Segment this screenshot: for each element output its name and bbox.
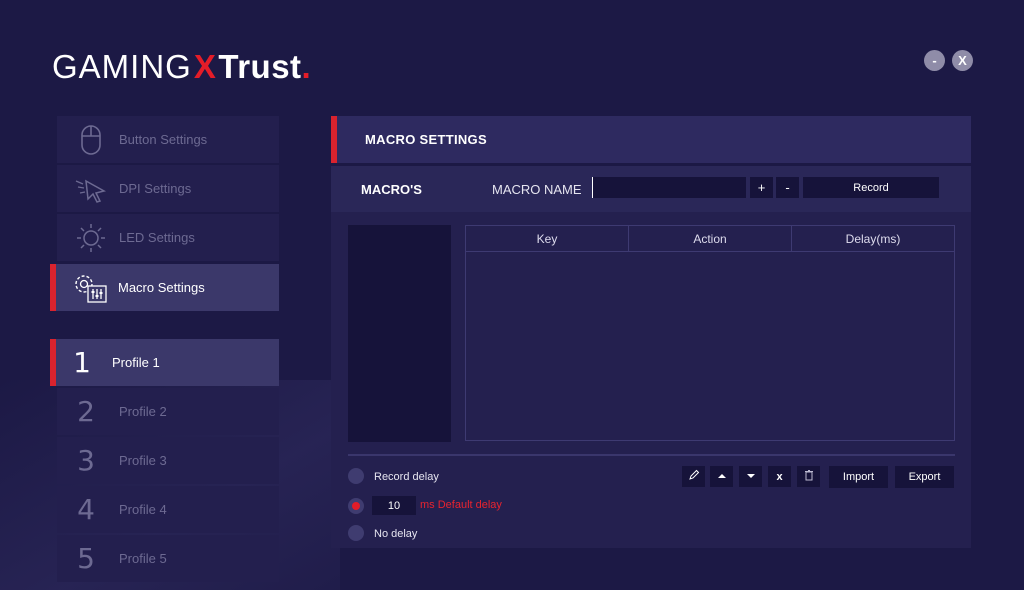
record-delay-label: Record delay bbox=[374, 471, 439, 483]
menu-item-led-settings[interactable]: LED Settings bbox=[57, 214, 279, 261]
no-delay-label: No delay bbox=[374, 528, 418, 540]
logo-text-trust: Trust bbox=[218, 48, 302, 85]
macro-events-table: Key Action Delay(ms) bbox=[465, 225, 955, 441]
table-header: Key Action Delay(ms) bbox=[466, 226, 954, 252]
brand-logo: GAMING X Trust . bbox=[52, 46, 311, 86]
move-down-button[interactable] bbox=[739, 466, 762, 487]
import-label: Import bbox=[842, 471, 875, 483]
remove-macro-button[interactable]: - bbox=[776, 177, 799, 198]
profile-label: Profile 3 bbox=[119, 453, 167, 468]
arrow-up-icon bbox=[717, 471, 727, 483]
import-button[interactable]: Import bbox=[829, 466, 888, 488]
export-button[interactable]: Export bbox=[895, 466, 954, 488]
profile-item-2[interactable]: 2 Profile 2 bbox=[57, 388, 279, 435]
menu-item-macro-settings[interactable]: Macro Settings bbox=[50, 264, 279, 311]
profile-item-3[interactable]: 3 Profile 3 bbox=[57, 437, 279, 484]
macros-label: MACRO'S bbox=[361, 181, 422, 197]
minimize-button[interactable]: - bbox=[924, 50, 945, 71]
profile-item-1[interactable]: 1 Profile 1 bbox=[50, 339, 279, 386]
profile-number: 3 bbox=[77, 444, 95, 477]
column-header-delay[interactable]: Delay(ms) bbox=[792, 226, 954, 251]
profile-number: 2 bbox=[77, 395, 95, 428]
panel-header: MACRO SETTINGS bbox=[331, 116, 971, 163]
add-macro-label: + bbox=[757, 180, 766, 195]
record-delay-radio[interactable] bbox=[348, 468, 364, 484]
menu-item-dpi-settings[interactable]: DPI Settings bbox=[57, 165, 279, 212]
menu-label: DPI Settings bbox=[119, 181, 192, 196]
sun-icon bbox=[69, 220, 113, 256]
logo-text-x: X bbox=[193, 48, 217, 85]
macro-name-input[interactable] bbox=[592, 177, 746, 198]
column-header-key[interactable]: Key bbox=[466, 226, 629, 251]
panel-title: MACRO SETTINGS bbox=[365, 132, 487, 147]
profile-number: 4 bbox=[77, 493, 95, 526]
record-button[interactable]: Record bbox=[803, 177, 939, 198]
macro-toolbar: MACRO'S MACRO NAME + - Record bbox=[331, 166, 971, 212]
remove-event-button[interactable]: x bbox=[768, 466, 791, 487]
edit-button[interactable] bbox=[682, 466, 705, 487]
logo-text-gaming: GAMING bbox=[52, 48, 192, 85]
menu-label: Macro Settings bbox=[118, 280, 205, 295]
add-macro-button[interactable]: + bbox=[750, 177, 773, 198]
default-delay-label: ms Default delay bbox=[420, 499, 502, 511]
profile-item-5[interactable]: 5 Profile 5 bbox=[57, 535, 279, 582]
menu-label: Button Settings bbox=[119, 132, 208, 147]
profile-label: Profile 2 bbox=[119, 404, 167, 419]
remove-macro-label: - bbox=[785, 180, 790, 195]
logo-text-dot: . bbox=[301, 48, 312, 85]
table-body[interactable] bbox=[466, 252, 954, 440]
profile-label: Profile 4 bbox=[119, 502, 167, 517]
profile-number: 5 bbox=[77, 542, 95, 575]
macro-list[interactable] bbox=[348, 225, 451, 442]
mouse-icon bbox=[69, 122, 113, 158]
profile-item-4[interactable]: 4 Profile 4 bbox=[57, 486, 279, 533]
export-label: Export bbox=[908, 471, 941, 483]
no-delay-radio[interactable] bbox=[348, 525, 364, 541]
menu-label: LED Settings bbox=[119, 230, 195, 245]
trash-icon bbox=[804, 469, 814, 484]
default-delay-radio[interactable] bbox=[348, 498, 364, 514]
cursor-icon bbox=[69, 171, 113, 207]
profile-number: 1 bbox=[73, 346, 91, 379]
macro-name-label: MACRO NAME bbox=[492, 181, 582, 197]
delete-button[interactable] bbox=[797, 466, 820, 487]
arrow-down-icon bbox=[746, 471, 756, 483]
minimize-label: - bbox=[932, 53, 937, 68]
close-label: X bbox=[958, 53, 967, 68]
profile-label: Profile 5 bbox=[119, 551, 167, 566]
column-header-action[interactable]: Action bbox=[629, 226, 792, 251]
close-button[interactable]: X bbox=[952, 50, 973, 71]
record-label: Record bbox=[853, 181, 889, 194]
pencil-icon bbox=[688, 469, 700, 484]
default-delay-input[interactable] bbox=[372, 496, 416, 515]
divider bbox=[348, 454, 955, 456]
macro-gear-icon bbox=[68, 270, 112, 306]
move-up-button[interactable] bbox=[710, 466, 733, 487]
menu-item-button-settings[interactable]: Button Settings bbox=[57, 116, 279, 163]
remove-event-label: x bbox=[776, 470, 783, 483]
profile-label: Profile 1 bbox=[112, 355, 160, 370]
